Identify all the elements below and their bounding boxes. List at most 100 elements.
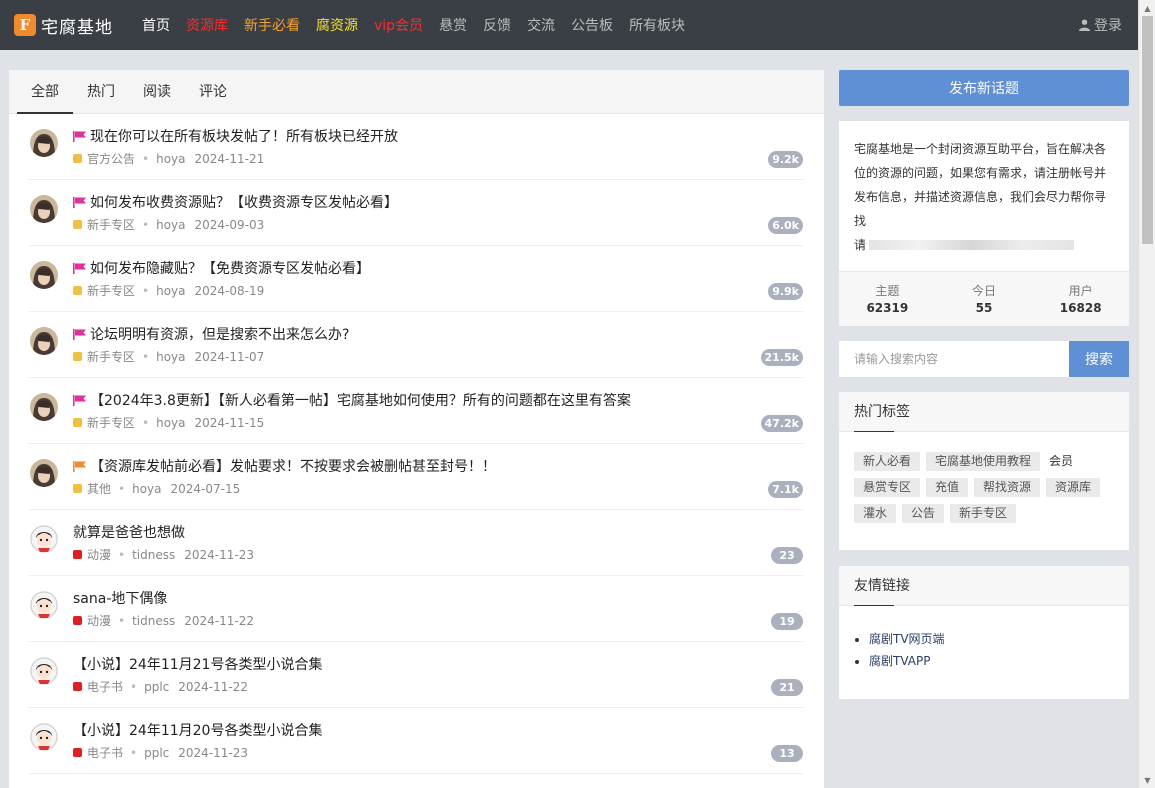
- topic-author[interactable]: hoya: [156, 350, 185, 364]
- nav-item[interactable]: 新手必看: [244, 15, 300, 35]
- topic-category[interactable]: 新手专区: [87, 216, 135, 233]
- hot-tags-title: 热门标签: [839, 392, 1129, 432]
- avatar[interactable]: [30, 591, 58, 619]
- tab-0[interactable]: 全部: [17, 70, 73, 114]
- category-color-icon: [73, 286, 82, 295]
- avatar[interactable]: [30, 525, 58, 553]
- nav-item[interactable]: 反馈: [483, 15, 511, 35]
- topic-title-text: 【小说】24年11月21号各类型小说合集: [73, 657, 323, 673]
- login-button[interactable]: 登录: [1079, 0, 1122, 50]
- category-color-icon: [73, 550, 82, 559]
- topic-date: 2024-08-19: [194, 283, 265, 298]
- avatar[interactable]: [30, 129, 58, 157]
- topic-author[interactable]: tidness: [132, 614, 175, 628]
- scroll-thumb[interactable]: [1142, 16, 1153, 244]
- nav-item[interactable]: vip会员: [374, 15, 423, 35]
- tag-item[interactable]: 新手专区: [950, 504, 1017, 523]
- topic-row[interactable]: 【小说】24年11月21号各类型小说合集 电子书 • pplc 2024-11-22 21: [29, 642, 803, 708]
- avatar[interactable]: [30, 261, 58, 289]
- topic-category[interactable]: 动漫: [87, 546, 111, 563]
- topic-category[interactable]: 新手专区: [87, 414, 135, 431]
- friend-links-title: 友情链接: [839, 566, 1129, 606]
- friend-link[interactable]: 腐剧TVAPP: [869, 654, 930, 668]
- topic-author[interactable]: pplc: [144, 680, 169, 694]
- tag-item[interactable]: 会员: [1046, 452, 1076, 471]
- topic-category[interactable]: 其他: [87, 480, 111, 497]
- tag-item[interactable]: 资源库: [1046, 478, 1101, 497]
- page-scrollbar[interactable]: ▲ ▼: [1138, 0, 1155, 788]
- topic-category[interactable]: 新手专区: [87, 348, 135, 365]
- topic-category[interactable]: 电子书: [87, 678, 123, 695]
- tab-1[interactable]: 热门: [73, 70, 129, 113]
- new-topic-button[interactable]: 发布新话题: [839, 70, 1129, 106]
- search-input[interactable]: [839, 341, 1069, 377]
- topic-row[interactable]: 如何发布收费资源贴？【收费资源专区发帖必看】 新手专区 • hoya 2024-09-0…: [29, 180, 803, 246]
- topic-title[interactable]: sana-地下偶像: [73, 588, 167, 608]
- meta-separator: •: [118, 547, 126, 562]
- topic-author[interactable]: hoya: [156, 218, 185, 232]
- nav-item[interactable]: 资源库: [186, 15, 228, 35]
- topic-category[interactable]: 动漫: [87, 612, 111, 629]
- friend-link[interactable]: 腐剧TV网页端: [869, 632, 945, 646]
- nav-item[interactable]: 所有板块: [629, 15, 685, 35]
- topic-author[interactable]: pplc: [144, 746, 169, 760]
- tag-item[interactable]: 新人必看: [854, 452, 921, 471]
- avatar[interactable]: [30, 393, 58, 421]
- topic-author[interactable]: hoya: [132, 482, 161, 496]
- tag-item[interactable]: 灌水: [854, 504, 897, 523]
- topic-row[interactable]: 如何发布隐藏贴？【免费资源专区发帖必看】 新手专区 • hoya 2024-08-19 9…: [29, 246, 803, 312]
- nav-item[interactable]: 腐资源: [316, 15, 358, 35]
- meta-separator: •: [130, 679, 138, 694]
- search-button[interactable]: 搜索: [1069, 341, 1129, 377]
- blurred-prefix: 请: [854, 238, 867, 252]
- topic-title[interactable]: 论坛明明有资源，但是搜索不出来怎么办?: [73, 324, 349, 344]
- topic-title[interactable]: 【资源库发帖前必看】发帖要求！不按要求会被删帖甚至封号！！: [73, 456, 496, 476]
- nav-item[interactable]: 公告板: [571, 15, 613, 35]
- tab-3[interactable]: 评论: [185, 70, 241, 113]
- topic-author[interactable]: hoya: [156, 416, 185, 430]
- topic-row[interactable]: 【资源库发帖前必看】发帖要求！不按要求会被删帖甚至封号！！ 其他 • hoya 2024…: [29, 444, 803, 510]
- stat-value: 16828: [1059, 301, 1102, 315]
- scroll-up-arrow-icon[interactable]: ▲: [1139, 0, 1155, 16]
- topic-row[interactable]: 论坛明明有资源，但是搜索不出来怎么办? 新手专区 • hoya 2024-11-07 21…: [29, 312, 803, 378]
- scroll-down-arrow-icon[interactable]: ▼: [1139, 772, 1155, 788]
- nav-item[interactable]: 首页: [142, 15, 170, 35]
- tag-item[interactable]: 宅腐基地使用教程: [926, 452, 1041, 471]
- nav-item[interactable]: 交流: [527, 15, 555, 35]
- avatar[interactable]: [30, 657, 58, 685]
- tag-item[interactable]: 帮找资源: [974, 478, 1041, 497]
- topic-title[interactable]: 如何发布收费资源贴？【收费资源专区发帖必看】: [73, 192, 398, 212]
- tag-item[interactable]: 公告: [902, 504, 945, 523]
- topic-date: 2024-11-07: [194, 349, 265, 364]
- avatar[interactable]: [30, 327, 58, 355]
- topic-category[interactable]: 电子书: [87, 744, 123, 761]
- topic-title[interactable]: 如何发布隐藏贴？【免费资源专区发帖必看】: [73, 258, 370, 278]
- nav-item[interactable]: 悬赏: [439, 15, 467, 35]
- avatar[interactable]: [30, 195, 58, 223]
- topic-category[interactable]: 官方公告: [87, 150, 135, 167]
- tab-2[interactable]: 阅读: [129, 70, 185, 113]
- avatar[interactable]: [30, 459, 58, 487]
- topic-title[interactable]: 【2024年3.8更新】【新人必看第一帖】宅腐基地如何使用？所有的问题都在这里有…: [73, 390, 631, 410]
- topic-title-text: 论坛明明有资源，但是搜索不出来怎么办?: [90, 327, 350, 343]
- topic-row[interactable]: sana-地下偶像 动漫 • tidness 2024-11-22 19: [29, 576, 803, 642]
- topic-row[interactable]: 现在你可以在所有板块发帖了！所有板块已经开放 官方公告 • hoya 2024-11-2…: [29, 114, 803, 180]
- topic-author[interactable]: hoya: [156, 284, 185, 298]
- topic-category[interactable]: 新手专区: [87, 282, 135, 299]
- link-list: 腐剧TV网页端腐剧TVAPP: [839, 606, 1129, 672]
- topic-row[interactable]: 【小说】24年11月20号各类型小说合集 电子书 • pplc 2024-11-23 13: [29, 708, 803, 774]
- topic-row[interactable]: 【2024年3.8更新】【新人必看第一帖】宅腐基地如何使用？所有的问题都在这里有…: [29, 378, 803, 444]
- topic-title[interactable]: 现在你可以在所有板块发帖了！所有板块已经开放: [73, 126, 398, 146]
- topic-title[interactable]: 就算是爸爸也想做: [73, 522, 185, 542]
- tag-item[interactable]: 充值: [926, 478, 969, 497]
- topic-meta: 电子书 • pplc 2024-11-22: [73, 678, 248, 695]
- topic-author[interactable]: hoya: [156, 152, 185, 166]
- avatar[interactable]: [30, 723, 58, 751]
- topic-meta: 新手专区 • hoya 2024-09-03: [73, 216, 264, 233]
- topic-title[interactable]: 【小说】24年11月21号各类型小说合集: [73, 654, 322, 674]
- site-logo[interactable]: F 宅腐基地: [14, 13, 132, 38]
- tag-item[interactable]: 悬赏专区: [854, 478, 921, 497]
- topic-row[interactable]: 就算是爸爸也想做 动漫 • tidness 2024-11-23 23: [29, 510, 803, 576]
- topic-author[interactable]: tidness: [132, 548, 175, 562]
- topic-title[interactable]: 【小说】24年11月20号各类型小说合集: [73, 720, 322, 740]
